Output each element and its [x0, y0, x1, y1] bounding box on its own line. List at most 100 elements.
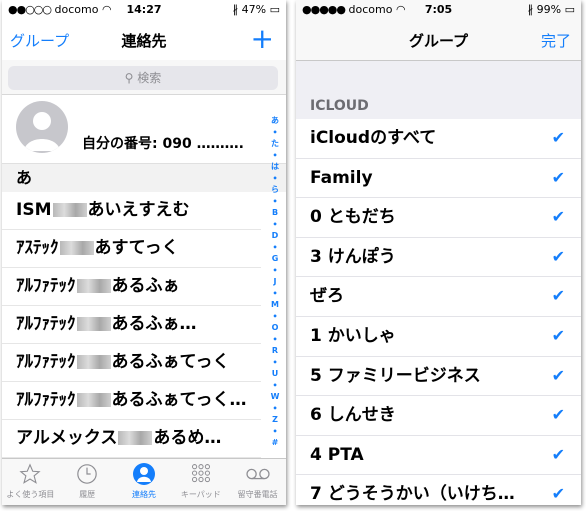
- index-letter[interactable]: は: [269, 161, 281, 173]
- spacer: [296, 61, 581, 93]
- index-letter[interactable]: J: [269, 276, 281, 288]
- contact-icon: [116, 459, 173, 489]
- group-label: iCloudのすべて: [310, 128, 437, 148]
- battery-icon: ▭: [564, 3, 575, 16]
- contact-reading: あいえすえむ: [87, 200, 190, 220]
- index-dot: •: [272, 219, 278, 229]
- battery-icon: ▭: [269, 3, 280, 16]
- battery-info-right: ∦ 99% ▭: [528, 3, 575, 16]
- group-label: 6 しんせき: [310, 405, 396, 426]
- tab-label: 履歴: [79, 490, 96, 499]
- index-letter[interactable]: た: [269, 138, 281, 150]
- index-dot: •: [272, 334, 278, 344]
- group-row[interactable]: 4 PTA ✔: [296, 436, 581, 476]
- add-contact-button[interactable]: +: [251, 22, 274, 56]
- search-placeholder: 検索: [137, 71, 162, 85]
- contact-prefix: ISM: [16, 200, 52, 220]
- index-letter[interactable]: D: [269, 230, 281, 242]
- contact-reading: あすてっく: [94, 238, 179, 258]
- group-label: Family: [310, 167, 373, 188]
- group-row[interactable]: 6 しんせき ✔: [296, 396, 581, 436]
- contact-reading: あるふぁ: [111, 276, 180, 296]
- alphabet-index[interactable]: あ • た • は • ら • B • D • G • J • M • O • R • U • W • Z • #: [269, 115, 281, 449]
- index-letter[interactable]: W: [269, 391, 281, 403]
- my-number-label: 自分の番号:: [82, 136, 158, 152]
- checkmark-icon: ✔: [551, 167, 565, 187]
- search-input[interactable]: ⚲ 検索: [8, 66, 278, 90]
- index-dot: •: [272, 288, 278, 298]
- tab-contact[interactable]: 連絡先: [116, 459, 173, 505]
- checkmark-icon: ✔: [551, 246, 565, 266]
- my-number: 自分の番号: 090 ……….: [82, 133, 244, 153]
- tab-clock[interactable]: 履歴: [59, 459, 116, 505]
- index-letter[interactable]: B: [269, 207, 281, 219]
- contact-row[interactable]: ｱﾙﾌｧﾃｯｸ あるふぁ: [2, 268, 261, 306]
- contact-row[interactable]: ｱｽﾃｯｸ あすてっく: [2, 230, 261, 268]
- redacted-name: [52, 203, 87, 217]
- contact-row[interactable]: アルメックス あるめ…: [2, 420, 261, 458]
- contact-reading: あるふぁてっく…: [111, 390, 247, 410]
- group-label: 5 ファミリービジネス: [310, 365, 481, 386]
- checkmark-icon: ✔: [551, 325, 565, 345]
- contact-row[interactable]: ｱﾙﾌｧﾃｯｸ あるふぁてっく: [2, 344, 261, 382]
- group-row[interactable]: 1 かいしゃ ✔: [296, 317, 581, 357]
- index-letter[interactable]: Z: [269, 414, 281, 426]
- redacted-name: [76, 317, 111, 331]
- index-letter[interactable]: #: [269, 437, 281, 449]
- index-letter[interactable]: M: [269, 299, 281, 311]
- tab-label: 留守番電話: [237, 490, 278, 499]
- index-dot: •: [272, 196, 278, 206]
- index-letter[interactable]: R: [269, 345, 281, 357]
- index-letter[interactable]: あ: [269, 115, 281, 127]
- index-letter[interactable]: G: [269, 253, 281, 265]
- contact-prefix: ｱﾙﾌｧﾃｯｸ: [16, 390, 76, 410]
- contact-row[interactable]: ｱﾙﾌｧﾃｯｸ あるふぁてっく…: [2, 382, 261, 420]
- contact-row[interactable]: ISM あいえすえむ: [2, 192, 261, 230]
- index-dot: •: [272, 380, 278, 390]
- checkmark-icon: ✔: [551, 128, 565, 147]
- group-list: iCloudのすべて ✔ Family ✔ 0 ともだち ✔ 3 けんぽう ✔ ぜろ ✔ 1 かいし…: [296, 119, 581, 505]
- keypad-icon: [172, 459, 229, 489]
- contact-prefix: ｱﾙﾌｧﾃｯｸ: [16, 314, 76, 334]
- group-row[interactable]: 5 ファミリービジネス ✔: [296, 357, 581, 397]
- index-dot: •: [272, 127, 278, 137]
- index-letter[interactable]: ら: [269, 184, 281, 196]
- done-button[interactable]: 完了: [541, 30, 571, 51]
- group-row[interactable]: iCloudのすべて ✔: [296, 119, 581, 159]
- redacted-name: [76, 355, 111, 369]
- group-row[interactable]: ぜろ ✔: [296, 277, 581, 317]
- group-row[interactable]: Family ✔: [296, 159, 581, 199]
- top-bars: ●●●●● docomo ◠ 7:05 ∦ 99% ▭ グループ 完了: [296, 0, 581, 61]
- group-label: 4 PTA: [310, 444, 364, 465]
- checkmark-icon: ✔: [551, 365, 565, 385]
- group-row[interactable]: 3 けんぽう ✔: [296, 238, 581, 278]
- status-bar: ●●○○○ docomo ◠ 14:27 ∦ 47% ▭: [2, 0, 286, 20]
- group-row[interactable]: 7 どうそうかい（いけち… ✔: [296, 475, 581, 505]
- contact-row[interactable]: ｱﾙﾌｧﾃｯｸ あるふぁ…: [2, 306, 261, 344]
- contacts-screen: ●●○○○ docomo ◠ 14:27 ∦ 47% ▭ グループ 連絡先 + …: [2, 0, 286, 505]
- group-row[interactable]: 0 ともだち ✔: [296, 198, 581, 238]
- index-dot: •: [272, 426, 278, 436]
- index-letter[interactable]: O: [269, 322, 281, 334]
- icloud-section-header: ICLOUD: [296, 93, 581, 119]
- index-dot: •: [272, 357, 278, 367]
- index-dot: •: [272, 311, 278, 321]
- contact-list: ISM あいえすえむ ｱｽﾃｯｸ あすてっく ｱﾙﾌｧﾃｯｸ あるふぁ ｱﾙﾌｧﾃｯｸ あるふ…: [2, 192, 286, 458]
- my-card[interactable]: 自分の番号: 090 ……….: [2, 95, 286, 164]
- battery-info: ∦ 47% ▭: [233, 3, 280, 16]
- index-dot: •: [272, 242, 278, 252]
- checkmark-icon: ✔: [551, 207, 565, 227]
- search-icon: ⚲: [124, 71, 134, 85]
- star-icon: [2, 459, 59, 489]
- clock-icon: [59, 459, 116, 489]
- index-letter[interactable]: U: [269, 368, 281, 380]
- voicemail-icon: [229, 459, 286, 489]
- contact-reading: あるふぁ…: [111, 314, 197, 334]
- group-label: 1 かいしゃ: [310, 325, 396, 346]
- index-dot: •: [272, 403, 278, 413]
- groups-screen: ●●●●● docomo ◠ 7:05 ∦ 99% ▭ グループ 完了 ICLO…: [296, 0, 581, 505]
- group-label: ぜろ: [310, 286, 344, 307]
- tab-keypad[interactable]: キーパッド: [172, 459, 229, 505]
- tab-star[interactable]: よく使う項目: [2, 459, 59, 505]
- tab-voicemail[interactable]: 留守番電話: [229, 459, 286, 505]
